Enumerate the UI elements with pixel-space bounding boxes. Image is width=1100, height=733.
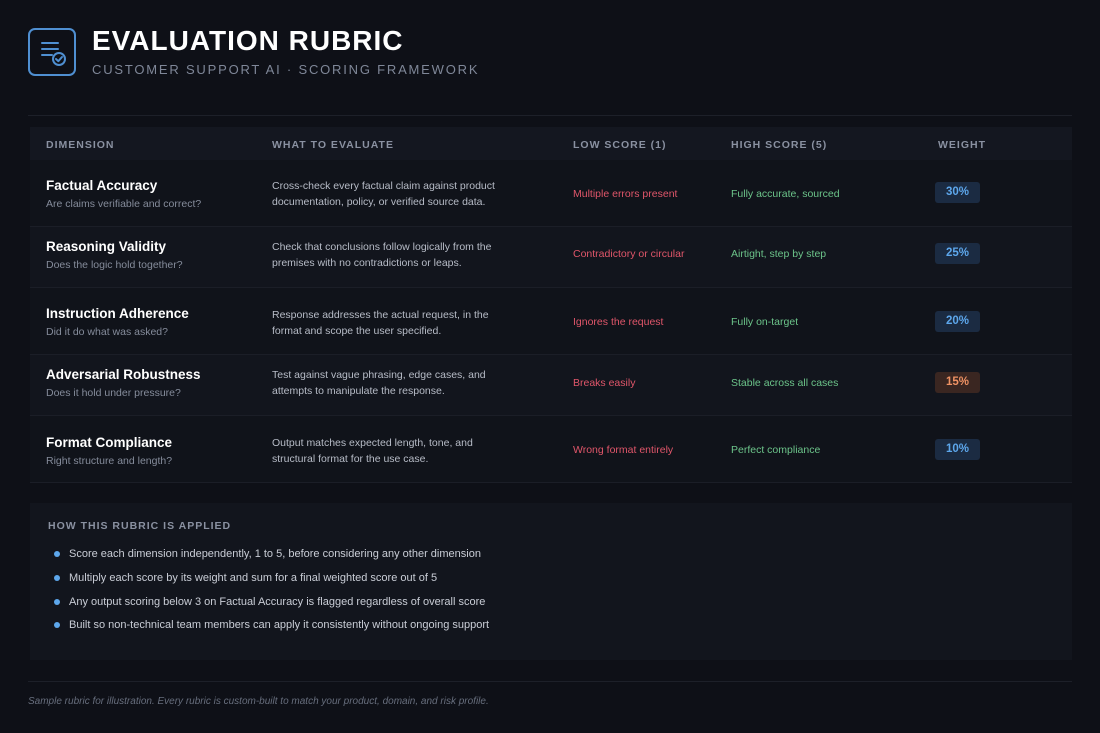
column-header-high-score: HIGH SCORE (5) bbox=[731, 139, 828, 151]
high-score-description: Airtight, step by step bbox=[731, 248, 827, 260]
weight-badge: 30% bbox=[935, 182, 980, 203]
page-subtitle: CUSTOMER SUPPORT AI · SCORING FRAMEWORK bbox=[92, 62, 480, 77]
column-header-what-to-evaluate: WHAT TO EVALUATE bbox=[272, 139, 394, 151]
evaluation-criteria: Response addresses the actual request, i… bbox=[272, 309, 489, 337]
weight-badge: 10% bbox=[935, 439, 980, 460]
footnote: Sample rubric for illustration. Every ru… bbox=[28, 696, 489, 707]
column-header-dimension: DIMENSION bbox=[46, 139, 115, 151]
dimension-question: Did it do what was asked? bbox=[46, 326, 168, 338]
application-title: HOW THIS RUBRIC IS APPLIED bbox=[48, 520, 232, 532]
table-row: Reasoning Validity Does the logic hold t… bbox=[30, 227, 1072, 288]
high-score-description: Fully on-target bbox=[731, 316, 799, 328]
header-divider bbox=[28, 115, 1072, 116]
evaluation-criteria: Output matches expected length, tone, an… bbox=[272, 437, 473, 465]
footer-divider bbox=[28, 681, 1072, 682]
list-item: Built so non-technical team members can … bbox=[54, 619, 489, 631]
list-item: Multiply each score by its weight and su… bbox=[54, 572, 437, 584]
table-row: Adversarial Robustness Does it hold unde… bbox=[30, 355, 1072, 416]
dimension-question: Right structure and length? bbox=[46, 455, 173, 467]
bullet-dot-icon bbox=[54, 551, 60, 557]
table-header: DIMENSION WHAT TO EVALUATE LOW SCORE (1)… bbox=[30, 127, 1072, 160]
dimension-name: Reasoning Validity bbox=[46, 239, 167, 254]
high-score-description: Fully accurate, sourced bbox=[731, 188, 840, 200]
list-item-text: Built so non-technical team members can … bbox=[69, 619, 490, 631]
dimension-name: Format Compliance bbox=[46, 435, 173, 450]
dimension-question: Are claims verifiable and correct? bbox=[46, 198, 202, 210]
rubric-checklist-icon bbox=[28, 27, 76, 76]
evaluation-criteria: Cross-check every factual claim against … bbox=[272, 180, 495, 208]
list-item-text: Any output scoring below 3 on Factual Ac… bbox=[69, 596, 486, 608]
list-item-text: Score each dimension independently, 1 to… bbox=[69, 548, 481, 560]
high-score-description: Perfect compliance bbox=[731, 444, 821, 456]
high-score-description: Stable across all cases bbox=[731, 377, 839, 389]
low-score-description: Wrong format entirely bbox=[573, 444, 674, 456]
weight-badge: 20% bbox=[935, 311, 980, 332]
bullet-dot-icon bbox=[54, 622, 60, 628]
bullet-dot-icon bbox=[54, 575, 60, 581]
bullet-dot-icon bbox=[54, 599, 60, 605]
evaluation-criteria: Test against vague phrasing, edge cases,… bbox=[272, 369, 486, 397]
list-item-text: Multiply each score by its weight and su… bbox=[69, 572, 438, 584]
application-panel: HOW THIS RUBRIC IS APPLIED Score each di… bbox=[30, 503, 1072, 660]
dimension-name: Factual Accuracy bbox=[46, 178, 158, 193]
weight-badge: 25% bbox=[935, 243, 980, 264]
low-score-description: Multiple errors present bbox=[573, 188, 678, 200]
page-title: EVALUATION RUBRIC bbox=[92, 25, 404, 56]
evaluation-criteria: Check that conclusions follow logically … bbox=[272, 241, 492, 269]
dimension-name: Adversarial Robustness bbox=[46, 367, 201, 382]
dimension-name: Instruction Adherence bbox=[46, 306, 189, 321]
table-row: Instruction Adherence Did it do what was… bbox=[30, 288, 1072, 355]
list-item: Any output scoring below 3 on Factual Ac… bbox=[54, 596, 485, 608]
page-header: EVALUATION RUBRIC CUSTOMER SUPPORT AI · … bbox=[28, 26, 479, 77]
low-score-description: Ignores the request bbox=[573, 316, 664, 328]
low-score-description: Breaks easily bbox=[573, 377, 636, 389]
table-row: Factual Accuracy Are claims verifiable a… bbox=[30, 160, 1072, 227]
list-item: Score each dimension independently, 1 to… bbox=[54, 548, 481, 560]
dimension-question: Does the logic hold together? bbox=[46, 259, 183, 271]
column-header-low-score: LOW SCORE (1) bbox=[573, 139, 667, 151]
weight-badge: 15% bbox=[935, 372, 980, 393]
table-row: Format Compliance Right structure and le… bbox=[30, 416, 1072, 483]
rubric-table: DIMENSION WHAT TO EVALUATE LOW SCORE (1)… bbox=[30, 127, 1072, 483]
low-score-description: Contradictory or circular bbox=[573, 248, 685, 260]
column-header-weight: WEIGHT bbox=[938, 139, 986, 151]
dimension-question: Does it hold under pressure? bbox=[46, 387, 181, 399]
